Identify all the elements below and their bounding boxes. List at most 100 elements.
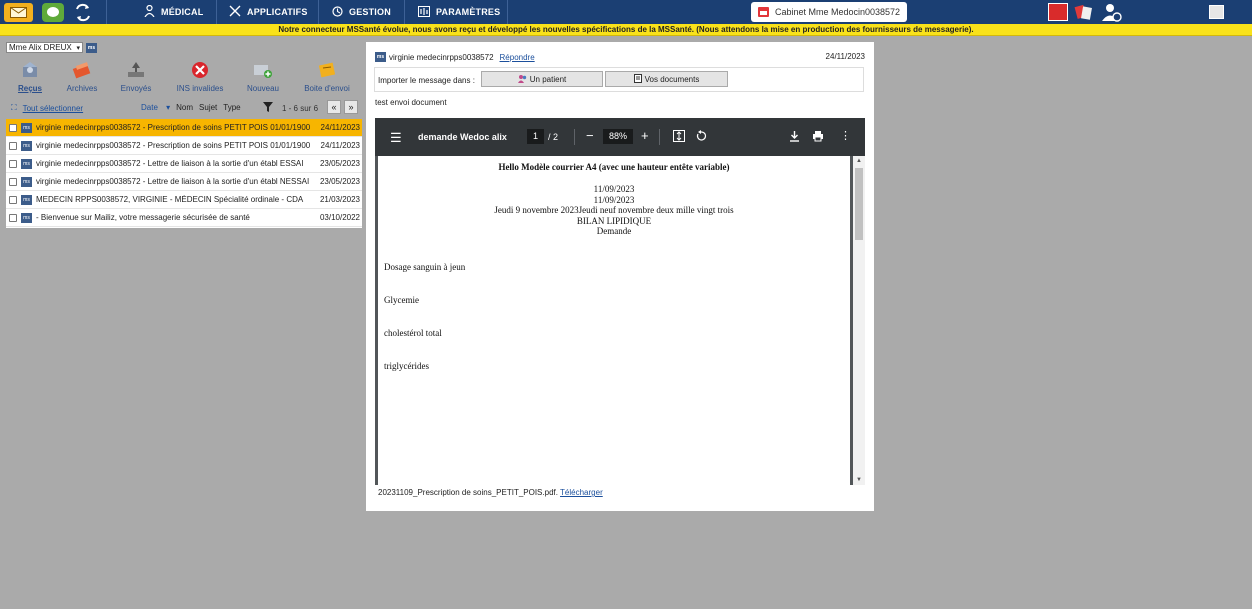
message-subject: virginie medecinrpps0038572 - Lettre de … [36,159,304,168]
mail-app-icon[interactable] [4,3,33,22]
rotate-icon[interactable] [695,130,707,146]
vidal-icon[interactable] [1048,3,1068,21]
folder-boite-envoi[interactable]: Boite d'envoi [298,60,356,93]
row-checkbox[interactable] [9,177,17,186]
nav-applicatifs[interactable]: APPLICATIFS [229,0,308,24]
import-documents-button[interactable]: Vos documents [605,71,728,87]
message-date: 03/10/2022 [317,213,360,222]
row-checkbox[interactable] [9,213,17,222]
sort-date[interactable]: Date ▾ [141,103,170,112]
nav-separator [106,0,107,24]
invalid-icon [190,60,210,80]
pager-info: 1 - 6 sur 6 [282,104,319,113]
message-row[interactable]: ms virginie medecinrpps0038572 - Prescri… [6,119,362,137]
download-icon[interactable] [789,130,800,146]
row-checkbox[interactable] [9,195,17,204]
message-date: 24/11/2023 [318,141,360,150]
folder-envoyes-label: Envoyés [120,84,152,93]
pdf-scrollbar[interactable]: ▲ ▼ [853,156,865,485]
pdf-viewer: ☰ demande Wedoc alix 1 / 2 − 88% + ⋮ Hel… [375,118,865,485]
message-subject: virginie medecinrpps0038572 - Prescripti… [36,141,311,150]
patient-icon [517,74,527,85]
pdf-date-2: 11/09/2023 [593,195,635,205]
menu-icon[interactable]: ☰ [390,130,402,146]
cabinet-selector[interactable]: Cabinet Mme Medocin0038572 [751,2,907,22]
fit-page-icon[interactable] [673,130,685,146]
nav-medical[interactable]: MÉDICAL [144,0,203,24]
message-body: test envoi document [375,98,447,107]
nav-gestion[interactable]: GESTION [332,0,391,24]
folder-recus[interactable]: Reçus [1,60,59,93]
nav-gestion-label: GESTION [349,7,391,17]
message-row[interactable]: ms virginie medecinrpps0038572 - Prescri… [6,137,362,155]
print-icon[interactable] [812,130,824,146]
message-header: ms virginie medecinrpps0038572 Répondre [375,52,535,62]
pdf-demande: Demande [596,226,632,236]
message-row[interactable]: ms virginie medecinrpps0038572 - Lettre … [6,155,362,173]
zoom-in-icon[interactable]: + [641,128,649,144]
toolbar-separator [574,129,575,145]
new-message-icon [253,60,273,80]
row-checkbox[interactable] [9,159,17,168]
message-row[interactable]: ms virginie medecinrpps0038572 - Lettre … [6,173,362,191]
message-date: 23/05/2023 [317,159,360,168]
download-link[interactable]: Télécharger [560,488,603,497]
message-date: 23/05/2023 [317,177,360,186]
folder-boite-envoi-label: Boite d'envoi [304,84,350,93]
top-navbar: MÉDICAL APPLICATIFS GESTION PARAMÈTRES C… [0,0,1252,24]
sort-date-label: Date [141,103,158,112]
pdf-line: triglycérides [384,361,429,371]
select-all[interactable]: ⛶ Tout sélectionner [11,103,83,113]
sent-icon [126,60,146,80]
tools-icon [229,5,241,19]
sort-nom[interactable]: Nom [176,103,193,112]
folder-envoyes[interactable]: Envoyés [107,60,165,93]
row-checkbox[interactable] [9,141,17,150]
message-row[interactable]: ms MEDECIN RPPS0038572, VIRGINIE - MÉDEC… [6,191,362,209]
nav-applicatifs-label: APPLICATIFS [247,7,308,17]
prev-page-button[interactable]: « [327,100,341,114]
row-checkbox[interactable] [9,123,17,132]
more-options-icon[interactable]: ⋮ [840,128,851,144]
scroll-down-icon[interactable]: ▼ [856,477,862,483]
message-row[interactable]: ms - Bienvenue sur Mailiz, votre message… [6,209,362,227]
folder-archives[interactable]: Archives [53,60,111,93]
folder-archives-label: Archives [66,84,98,93]
nav-medical-label: MÉDICAL [161,7,204,17]
zoom-level[interactable]: 88% [603,129,633,144]
folder-nouveau-label: Nouveau [246,84,280,93]
sort-sujet[interactable]: Sujet [199,103,217,112]
scroll-up-icon[interactable]: ▲ [856,158,862,164]
pdf-date-1: 11/09/2023 [593,184,635,194]
folder-nouveau[interactable]: Nouveau [234,60,292,93]
message-subject: - Bienvenue sur Mailiz, votre messagerie… [36,213,250,222]
import-patient-button[interactable]: Un patient [481,71,603,87]
folder-ins-invalides[interactable]: INS invalides [171,60,229,93]
reply-link[interactable]: Répondre [500,53,535,62]
scrollbar-thumb[interactable] [855,168,863,240]
user-settings-icon[interactable] [1101,3,1123,22]
account-select[interactable]: Mme Alix DREUX ▾ [6,42,83,53]
sync-icon[interactable] [73,3,93,22]
import-bar: Importer le message dans : Un patient Vo… [374,67,864,92]
sort-type[interactable]: Type [223,103,240,112]
select-all-link[interactable]: Tout sélectionner [23,104,83,113]
page-number-input[interactable]: 1 [527,129,544,144]
nav-parametres-label: PARAMÈTRES [436,7,501,17]
zoom-out-icon[interactable]: − [586,128,594,144]
message-subject: virginie medecinrpps0038572 - Lettre de … [36,177,310,186]
attachment-name: 20231109_Prescription de soins_PETIT_POI… [378,488,558,497]
window-icon[interactable] [1209,5,1224,19]
inbox-icon [20,60,40,80]
nav-parametres[interactable]: PARAMÈTRES [418,0,500,24]
import-label: Importer le message dans : [378,76,475,85]
folder-recus-label: Reçus [17,84,42,93]
message-date: 21/03/2023 [317,195,360,204]
next-page-button[interactable]: » [344,100,358,114]
cabinet-label: Cabinet Mme Medocin0038572 [774,7,901,17]
filter-icon[interactable] [263,102,273,114]
books-icon[interactable] [1074,3,1094,21]
chat-app-icon[interactable] [42,3,64,22]
chevron-down-icon: ▾ [76,45,80,52]
pdf-line: Glycemie [384,295,419,305]
